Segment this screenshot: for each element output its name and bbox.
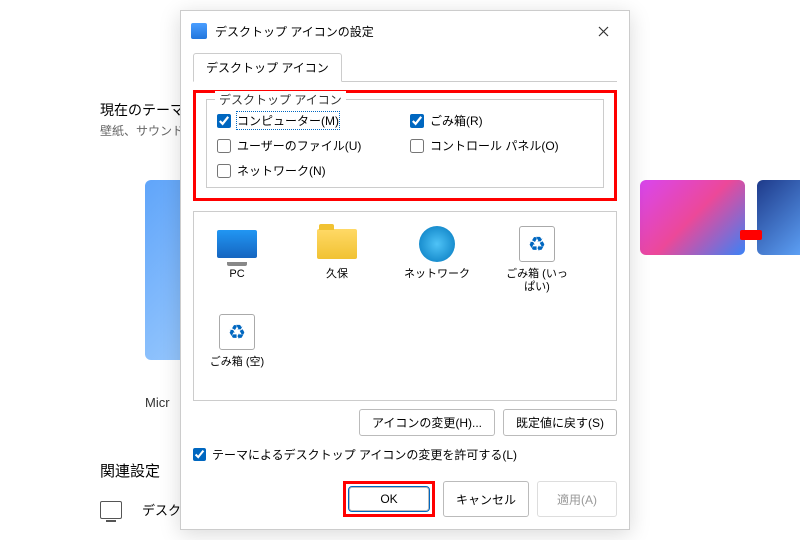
checkbox-network[interactable] [217, 164, 231, 178]
recycle-empty-icon: ♻ [219, 314, 255, 350]
current-theme-sub: 壁紙、サウンド [100, 122, 184, 139]
change-icon-button[interactable]: アイコンの変更(H)... [359, 409, 495, 436]
network-icon [419, 226, 455, 262]
cancel-button[interactable]: キャンセル [443, 481, 529, 517]
checkbox-computer-label: コンピューター(M) [237, 112, 339, 129]
icon-label: PC [229, 268, 244, 281]
icon-label: ごみ箱 (空) [210, 356, 264, 369]
pc-icon [217, 230, 257, 258]
checkbox-recycle-bin[interactable] [410, 114, 424, 128]
desktop-icon-settings-dialog: デスクトップ アイコンの設定 デスクトップ アイコン デスクトップ アイコン コ… [180, 10, 630, 530]
icon-preview-panel: PC 久保 ネットワーク ♻ ごみ箱 (いっぱい) ♻ ごみ箱 (空) [193, 211, 617, 401]
tab-strip: デスクトップ アイコン [193, 53, 617, 82]
icon-item-recycle-empty[interactable]: ♻ ごみ箱 (空) [202, 312, 272, 369]
icon-label: 久保 [326, 268, 348, 281]
icon-label: ネットワーク [404, 268, 470, 281]
checkbox-control-panel-label: コントロール パネル(O) [430, 137, 559, 154]
related-settings-heading: 関連設定 [100, 460, 160, 481]
icon-item-recycle-full[interactable]: ♻ ごみ箱 (いっぱい) [502, 224, 572, 294]
recycle-full-icon: ♻ [519, 226, 555, 262]
dialog-app-icon [191, 23, 207, 39]
icon-item-network[interactable]: ネットワーク [402, 224, 472, 294]
allow-theme-label: テーマによるデスクトップ アイコンの変更を許可する(L) [212, 446, 517, 463]
checkbox-allow-theme-change[interactable] [193, 448, 206, 461]
group-title: デスクトップ アイコン [215, 91, 346, 108]
dialog-footer: OK キャンセル 適用(A) [181, 471, 629, 527]
ok-button[interactable]: OK [349, 487, 429, 511]
theme-thumbnail[interactable] [757, 180, 800, 255]
theme-thumbnail[interactable] [640, 180, 745, 255]
ok-button-highlight: OK [343, 481, 435, 517]
close-icon [598, 26, 609, 37]
icon-item-pc[interactable]: PC [202, 224, 272, 294]
desktop-icons-group: デスクトップ アイコン コンピューター(M) ごみ箱(R) ユーザーのファイル(… [206, 99, 604, 188]
reset-defaults-button[interactable]: 既定値に戻す(S) [503, 409, 617, 436]
monitor-icon [100, 501, 122, 519]
checkbox-control-panel[interactable] [410, 139, 424, 153]
folder-icon [317, 229, 357, 259]
checkbox-group-highlight: デスクトップ アイコン コンピューター(M) ごみ箱(R) ユーザーのファイル(… [193, 90, 617, 201]
checkbox-user-files-label: ユーザーのファイル(U) [237, 137, 361, 154]
current-theme-label: 現在のテーマ [100, 100, 184, 120]
checkbox-computer[interactable] [217, 114, 231, 128]
microsoft-label-partial: Micr [145, 395, 170, 410]
recording-indicator-icon [740, 230, 762, 240]
icon-item-user-folder[interactable]: 久保 [302, 224, 372, 294]
theme-thumbnail-partial-left [145, 180, 180, 360]
checkbox-user-files[interactable] [217, 139, 231, 153]
dialog-titlebar: デスクトップ アイコンの設定 [181, 11, 629, 51]
checkbox-recycle-bin-label: ごみ箱(R) [430, 112, 483, 129]
dialog-title: デスクトップ アイコンの設定 [215, 23, 587, 40]
apply-button[interactable]: 適用(A) [537, 481, 617, 517]
checkbox-network-label: ネットワーク(N) [237, 162, 326, 179]
tab-desktop-icons[interactable]: デスクトップ アイコン [193, 53, 342, 82]
close-button[interactable] [587, 19, 619, 43]
icon-label: ごみ箱 (いっぱい) [502, 268, 572, 294]
